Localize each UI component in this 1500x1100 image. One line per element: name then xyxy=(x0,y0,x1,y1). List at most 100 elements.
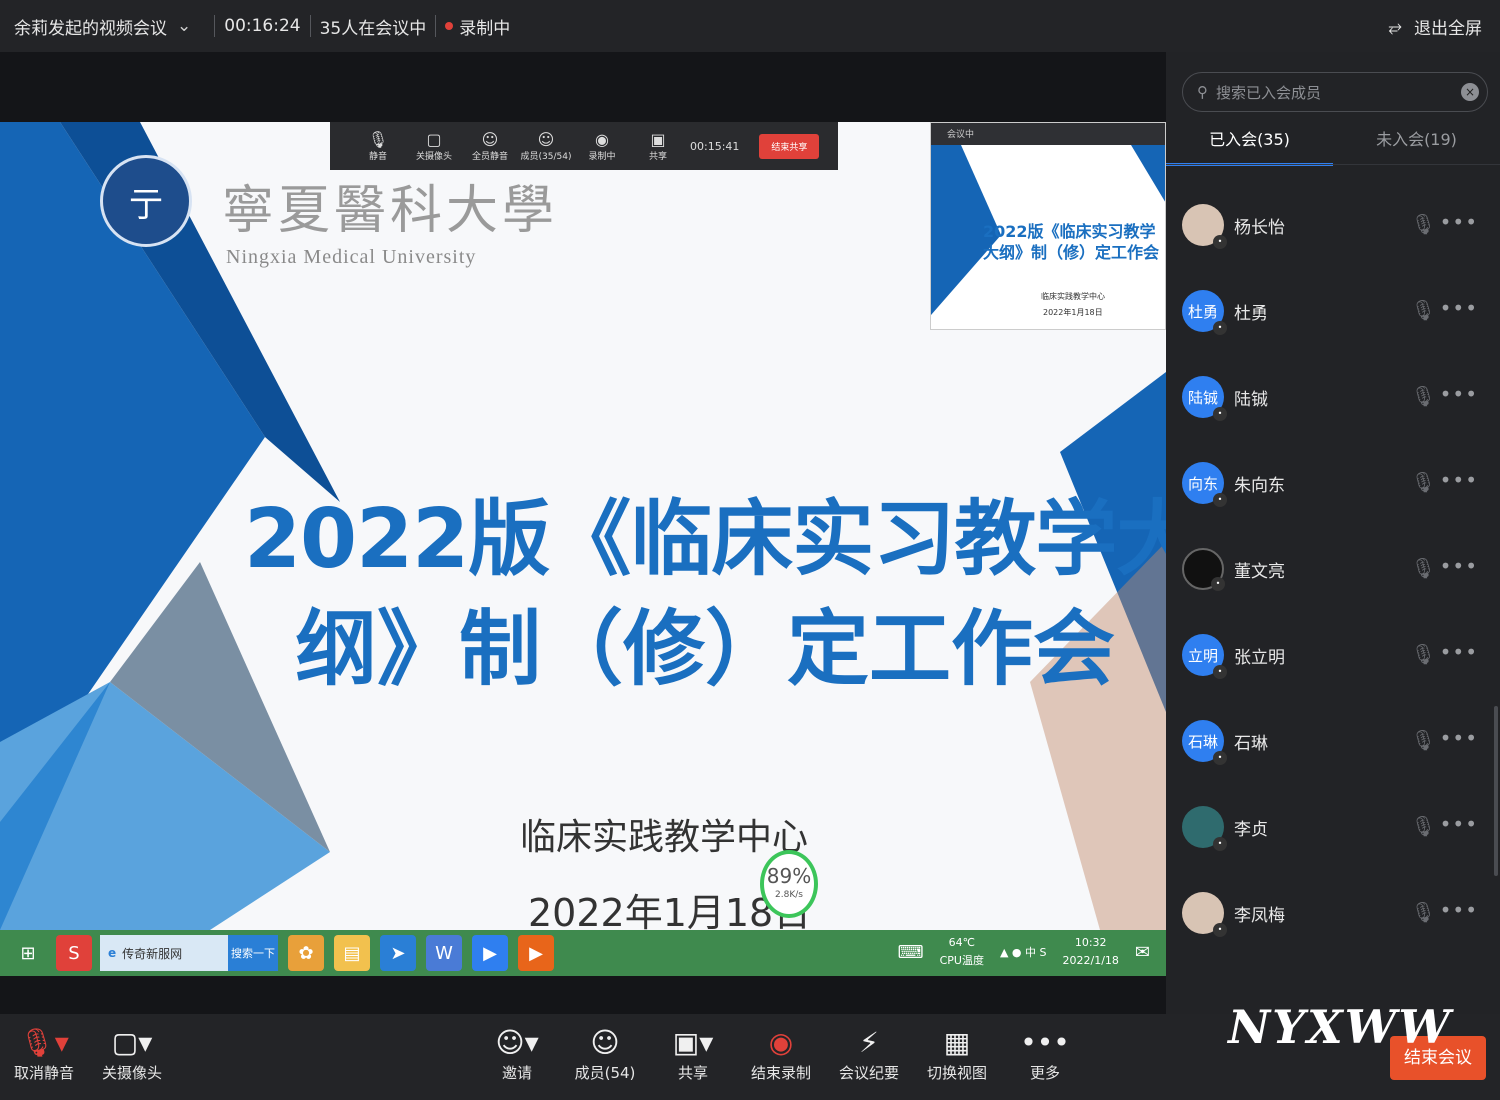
mic-badge-icon: • xyxy=(1213,837,1227,851)
exit-fullscreen-button[interactable]: ⥂ 退出全屏 xyxy=(1388,14,1482,40)
participant-row[interactable]: • 李凤梅 🎙 ••• xyxy=(1166,870,1500,956)
share-icon: ▣ xyxy=(650,130,666,149)
people-icon: ☺ xyxy=(481,130,499,149)
more-icon[interactable]: ••• xyxy=(1440,898,1478,922)
lightning-icon: ⚡ xyxy=(859,1026,879,1059)
more-icon[interactable]: ••• xyxy=(1440,468,1478,492)
camera-icon: ▢ xyxy=(426,130,442,149)
mic-badge-icon: • xyxy=(1213,665,1227,679)
mic-muted-icon[interactable]: 🎙 xyxy=(1411,556,1436,580)
participant-row[interactable]: 向东 • 朱向东 🎙 ••• xyxy=(1166,440,1500,526)
avatar: • xyxy=(1182,892,1227,937)
tab-joined[interactable]: 已入会(35) xyxy=(1166,126,1333,166)
mic-muted-icon[interactable]: 🎙 xyxy=(1411,212,1436,236)
share-button[interactable]: ▣▾ 共享 xyxy=(649,1026,737,1083)
end-record-button[interactable]: ◉ 结束录制 xyxy=(737,1026,825,1083)
more-icon[interactable]: ••• xyxy=(1440,296,1478,320)
switch-view-button[interactable]: ▦ 切换视图 xyxy=(913,1026,1001,1083)
invite-button[interactable]: ☺▾ 邀请 xyxy=(473,1026,561,1083)
member-tabs: 已入会(35) 未入会(19) xyxy=(1166,126,1500,166)
ie-tab: e 传奇新服网 xyxy=(100,935,228,971)
mic-badge-icon: • xyxy=(1213,407,1227,421)
tab-not-joined[interactable]: 未入会(19) xyxy=(1333,126,1500,166)
chevron-down-icon[interactable]: ⌄ xyxy=(177,16,191,36)
add-user-icon: ☺▾ xyxy=(495,1026,539,1059)
university-logo: 亍 xyxy=(100,155,192,247)
net-percent: 89% xyxy=(766,864,812,888)
participant-name: 朱向东 xyxy=(1234,475,1285,496)
more-icon[interactable]: ••• xyxy=(1440,554,1478,578)
mic-badge-icon: • xyxy=(1213,493,1227,507)
meeting-app-icon: ▶ xyxy=(472,935,508,971)
search-icon: ⚲ xyxy=(1197,83,1208,101)
mic-muted-icon[interactable]: 🎙 xyxy=(1411,814,1436,838)
mic-muted-icon[interactable]: 🎙 xyxy=(1411,298,1436,322)
tool-mute-all: ☺ 全员静音 xyxy=(462,130,518,162)
taskbar-search: 搜索一下 xyxy=(228,935,278,971)
exit-fullscreen-label: 退出全屏 xyxy=(1414,19,1482,39)
participant-name: 张立明 xyxy=(1234,647,1285,668)
divider xyxy=(1166,164,1500,165)
unmute-button[interactable]: 🎙▾ 取消静音 xyxy=(0,1026,88,1083)
clear-icon[interactable]: × xyxy=(1461,83,1479,101)
more-icon[interactable]: ••• xyxy=(1440,210,1478,234)
participant-row[interactable]: • 董文亮 🎙 ••• xyxy=(1166,526,1500,612)
tool-camera: ▢ 关摄像头 xyxy=(406,130,462,162)
share-screen-icon: ▣▾ xyxy=(672,1026,714,1059)
camera-off-button[interactable]: ▢▾ 关摄像头 xyxy=(88,1026,176,1083)
more-icon[interactable]: ••• xyxy=(1440,726,1478,750)
mic-muted-icon[interactable]: 🎙 xyxy=(1411,384,1436,408)
members-icon: ☺ xyxy=(590,1026,620,1059)
tray-icons: ▲ ● 中 S xyxy=(999,946,1047,959)
record-dot-icon xyxy=(445,22,454,30)
mic-badge-icon: • xyxy=(1213,235,1227,249)
members-button[interactable]: ☺ 成员(54) xyxy=(561,1026,649,1083)
ie-icon: e xyxy=(108,946,117,960)
mic-icon: 🎙 xyxy=(367,130,389,149)
grid-icon: ▦ xyxy=(943,1026,971,1059)
tool-mute: 🎙 静音 xyxy=(350,130,406,162)
participant-row[interactable]: 石琳 • 石琳 🎙 ••• xyxy=(1166,698,1500,784)
photos-icon: ✿ xyxy=(288,935,324,971)
mic-muted-icon[interactable]: 🎙 xyxy=(1411,470,1436,494)
pip-thumbnail: 会议中 2022版《临床实习教学大纲》制（修）定工作会 临床实践教学中心 202… xyxy=(930,122,1166,330)
attendee-count[interactable]: 35人在会议中 xyxy=(320,14,427,39)
mic-muted-icon[interactable]: 🎙 xyxy=(1411,728,1436,752)
tool-time: 00:15:41 xyxy=(690,139,740,153)
notification-icon: ✉ xyxy=(1134,941,1150,963)
divider xyxy=(309,15,311,37)
mic-muted-icon[interactable]: 🎙 xyxy=(1411,900,1436,924)
divider xyxy=(214,15,216,37)
recording-status[interactable]: 录制中 xyxy=(459,14,510,39)
more-icon[interactable]: ••• xyxy=(1440,812,1478,836)
participants-panel: ⚲ 搜索已入会成员 × 已入会(35) 未入会(19) • 杨长怡 🎙 ••• … xyxy=(1166,52,1500,1014)
participant-name: 李凤梅 xyxy=(1234,905,1285,926)
end-share-button: 结束共享 xyxy=(759,133,820,159)
app-icon: S xyxy=(56,935,92,971)
avatar: 杜勇 • xyxy=(1182,290,1227,335)
more-icon[interactable]: ••• xyxy=(1440,382,1478,406)
participant-row[interactable]: 陆铖 • 陆铖 🎙 ••• xyxy=(1166,354,1500,440)
mic-off-icon: 🎙▾ xyxy=(19,1026,69,1059)
member-search-input[interactable]: ⚲ 搜索已入会成员 × xyxy=(1182,72,1488,112)
participant-row[interactable]: • 杨长怡 🎙 ••• xyxy=(1166,182,1500,268)
pip-title: 2022版《临床实习教学大纲》制（修）定工作会 xyxy=(983,222,1160,262)
scrollbar[interactable] xyxy=(1494,706,1498,876)
participant-row[interactable]: • 李贞 🎙 ••• xyxy=(1166,784,1500,870)
mic-badge-icon: • xyxy=(1211,577,1225,591)
avatar: 陆铖 • xyxy=(1182,376,1227,421)
university-name-en: Ningxia Medical University xyxy=(226,246,477,268)
mic-muted-icon[interactable]: 🎙 xyxy=(1411,642,1436,666)
participant-name: 李贞 xyxy=(1234,819,1268,840)
participant-row[interactable]: 立明 • 张立明 🎙 ••• xyxy=(1166,612,1500,698)
participant-row[interactable]: 杜勇 • 杜勇 🎙 ••• xyxy=(1166,268,1500,354)
minutes-button[interactable]: ⚡ 会议纪要 xyxy=(825,1026,913,1083)
search-placeholder: 搜索已入会成员 xyxy=(1216,83,1322,102)
meeting-title[interactable]: 余莉发起的视频会议 xyxy=(14,14,167,39)
more-icon[interactable]: ••• xyxy=(1440,640,1478,664)
clock-time: 10:32 xyxy=(1074,936,1107,949)
more-button[interactable]: ••• 更多 xyxy=(1001,1026,1089,1083)
shrink-icon: ⥂ xyxy=(1388,16,1402,37)
tool-share: ▣ 共享 xyxy=(630,130,686,162)
tool-members: ☺ 成员(35/54) xyxy=(518,130,574,162)
